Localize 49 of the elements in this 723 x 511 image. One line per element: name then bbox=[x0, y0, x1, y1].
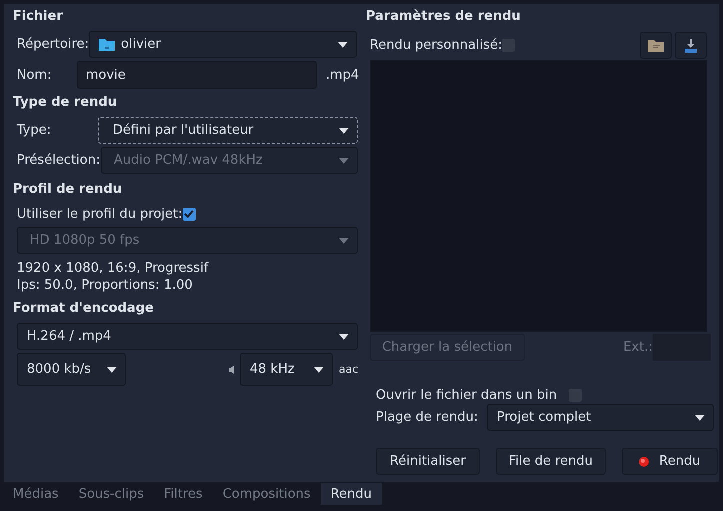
dock-tab[interactable]: Médias bbox=[3, 483, 69, 505]
checkbox-label: Rendu personnalisé: bbox=[370, 38, 502, 53]
download-icon bbox=[684, 38, 698, 52]
action-button[interactable]: File de rendu bbox=[496, 448, 606, 475]
field-label: Nom: bbox=[17, 68, 53, 82]
field-label: Répertoire: bbox=[17, 37, 90, 52]
profile-info: Ips: 50.0, Proportions: 1.00 bbox=[17, 277, 194, 294]
caret-icon bbox=[339, 334, 349, 340]
caret-icon bbox=[338, 42, 348, 48]
audio-rate-dropdown[interactable]: 48 kHz bbox=[240, 353, 333, 386]
checkbox-label: Utiliser le profil du projet: bbox=[17, 206, 183, 222]
folder-icon bbox=[99, 38, 116, 51]
checkbox-label: Ouvrir le fichier dans un bin bbox=[376, 388, 558, 402]
field-label: Type: bbox=[17, 123, 52, 138]
folder-icon bbox=[648, 39, 664, 52]
section-title: Format d'encodage bbox=[13, 300, 155, 318]
name-field[interactable]: movie bbox=[77, 61, 317, 89]
dock-tab[interactable]: Compositions bbox=[212, 483, 321, 505]
caret-icon bbox=[695, 414, 705, 420]
directory-dropdown[interactable]: olivier bbox=[89, 31, 358, 58]
dock-tab[interactable]: Rendu bbox=[320, 483, 382, 505]
record-icon bbox=[639, 456, 650, 466]
caret-icon bbox=[339, 128, 349, 134]
extension-label: .mp4 bbox=[326, 68, 360, 82]
codec-label: aac bbox=[339, 363, 359, 376]
checkbox[interactable] bbox=[182, 208, 196, 220]
speaker-icon bbox=[229, 366, 234, 374]
open-folder-button[interactable] bbox=[640, 32, 672, 59]
dock-tab[interactable]: Sous-clips bbox=[68, 483, 154, 505]
bitrate-dropdown[interactable]: 8000 kb/s bbox=[17, 353, 126, 386]
render-button[interactable]: Rendu bbox=[622, 448, 718, 475]
caret-icon bbox=[314, 366, 324, 372]
format-dropdown[interactable]: H.264 / .mp4 bbox=[17, 323, 358, 350]
caret-icon bbox=[339, 158, 349, 164]
section-title: Paramètres de rendu bbox=[366, 8, 522, 26]
action-button[interactable]: Réinitialiser bbox=[376, 448, 480, 475]
type-dropdown[interactable]: Défini par l'utilisateur bbox=[98, 117, 358, 144]
section-title: Type de rendu bbox=[13, 94, 118, 112]
dock-tab[interactable]: Filtres bbox=[154, 483, 213, 505]
save-button[interactable] bbox=[675, 32, 707, 59]
section-title: Fichier bbox=[13, 8, 64, 26]
range-dropdown[interactable]: Projet complet bbox=[487, 404, 714, 431]
section-title: Profil de rendu bbox=[13, 181, 124, 199]
caret-icon bbox=[107, 366, 117, 372]
profile-info: 1920 x 1080, 16:9, Progressif bbox=[17, 260, 210, 277]
caret-icon bbox=[339, 238, 349, 244]
field-label: Présélection: bbox=[17, 153, 101, 168]
extension-label: Ext.: bbox=[623, 340, 653, 355]
field-label: Plage de rendu: bbox=[376, 410, 480, 425]
